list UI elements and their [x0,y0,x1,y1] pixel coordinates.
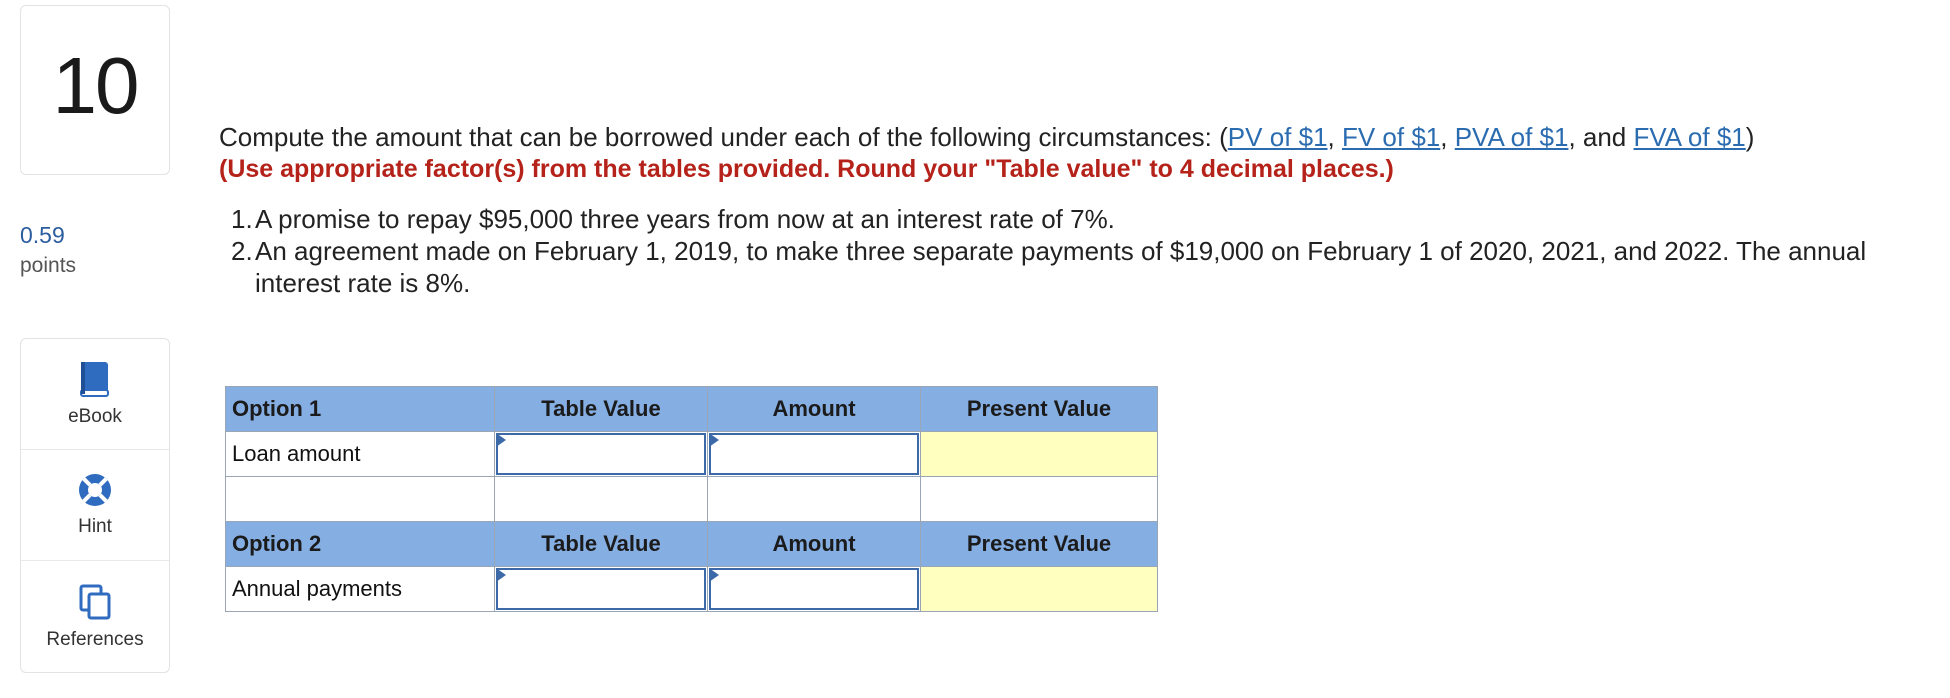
annual-payments-label: Annual payments [225,566,495,612]
pv-table-link[interactable]: PV of $1 [1228,122,1328,152]
option1-header: Option 1 [225,386,495,432]
question-number: 10 [52,41,140,130]
fva-table-link[interactable]: FVA of $1 [1634,122,1746,152]
dropdown-marker-icon [709,568,719,582]
table-row: Loan amount [225,431,1158,477]
table-row: Annual payments [225,566,1158,612]
question-number-box: 10 [20,5,170,175]
question-prompt: Compute the amount that can be borrowed … [219,122,1755,152]
ebook-button[interactable]: eBook [21,339,169,450]
references-label: References [46,628,144,650]
hint-button[interactable]: Hint [21,450,169,561]
present-value-header: Present Value [920,386,1158,432]
dropdown-marker-icon [496,433,506,447]
pva-table-link[interactable]: PVA of $1 [1455,122,1569,152]
dropdown-marker-icon [709,433,719,447]
answer-table: Option 1 Table Value Amount Present Valu… [225,386,1158,612]
lifebuoy-icon [79,474,111,506]
list-item: 2. An agreement made on February 1, 2019,… [231,236,1867,298]
ebook-label: eBook [68,406,122,427]
present-value-header: Present Value [920,521,1158,567]
option1-amount-input[interactable] [707,431,921,477]
option2-header-row: Option 2 Table Value Amount Present Valu… [225,521,1158,567]
fv-table-link[interactable]: FV of $1 [1342,122,1440,152]
option2-present-value-cell [920,566,1158,612]
option2-table-value-input[interactable] [494,566,708,612]
points-label: points [20,254,77,277]
book-icon [80,362,109,397]
option2-header: Option 2 [225,521,495,567]
tools-panel: eBook Hint References [20,338,170,673]
references-button[interactable]: References [21,561,169,672]
prompt-text: Compute the amount that can be borrowed … [219,122,1228,152]
option1-present-value-cell [920,431,1158,477]
instruction-text: (Use appropriate factor(s) from the tabl… [219,155,1394,183]
option1-table-value-input[interactable] [494,431,708,477]
points-value: 0.59 [20,222,65,248]
amount-header: Amount [707,521,921,567]
option1-header-row: Option 1 Table Value Amount Present Valu… [225,386,1158,432]
list-item: 1. A promise to repay $95,000 three years… [231,204,1115,234]
amount-header: Amount [707,386,921,432]
question-items: 1. A promise to repay $95,000 three years… [219,203,1929,299]
question-body: Compute the amount that can be borrowed … [219,121,1929,299]
loan-amount-label: Loan amount [225,431,495,477]
spacer-row [225,476,1158,522]
table-value-header: Table Value [494,521,708,567]
table-value-header: Table Value [494,386,708,432]
dropdown-marker-icon [496,568,506,582]
hint-label: Hint [78,516,112,537]
copy-pages-icon [79,584,111,619]
option2-amount-input[interactable] [707,566,921,612]
